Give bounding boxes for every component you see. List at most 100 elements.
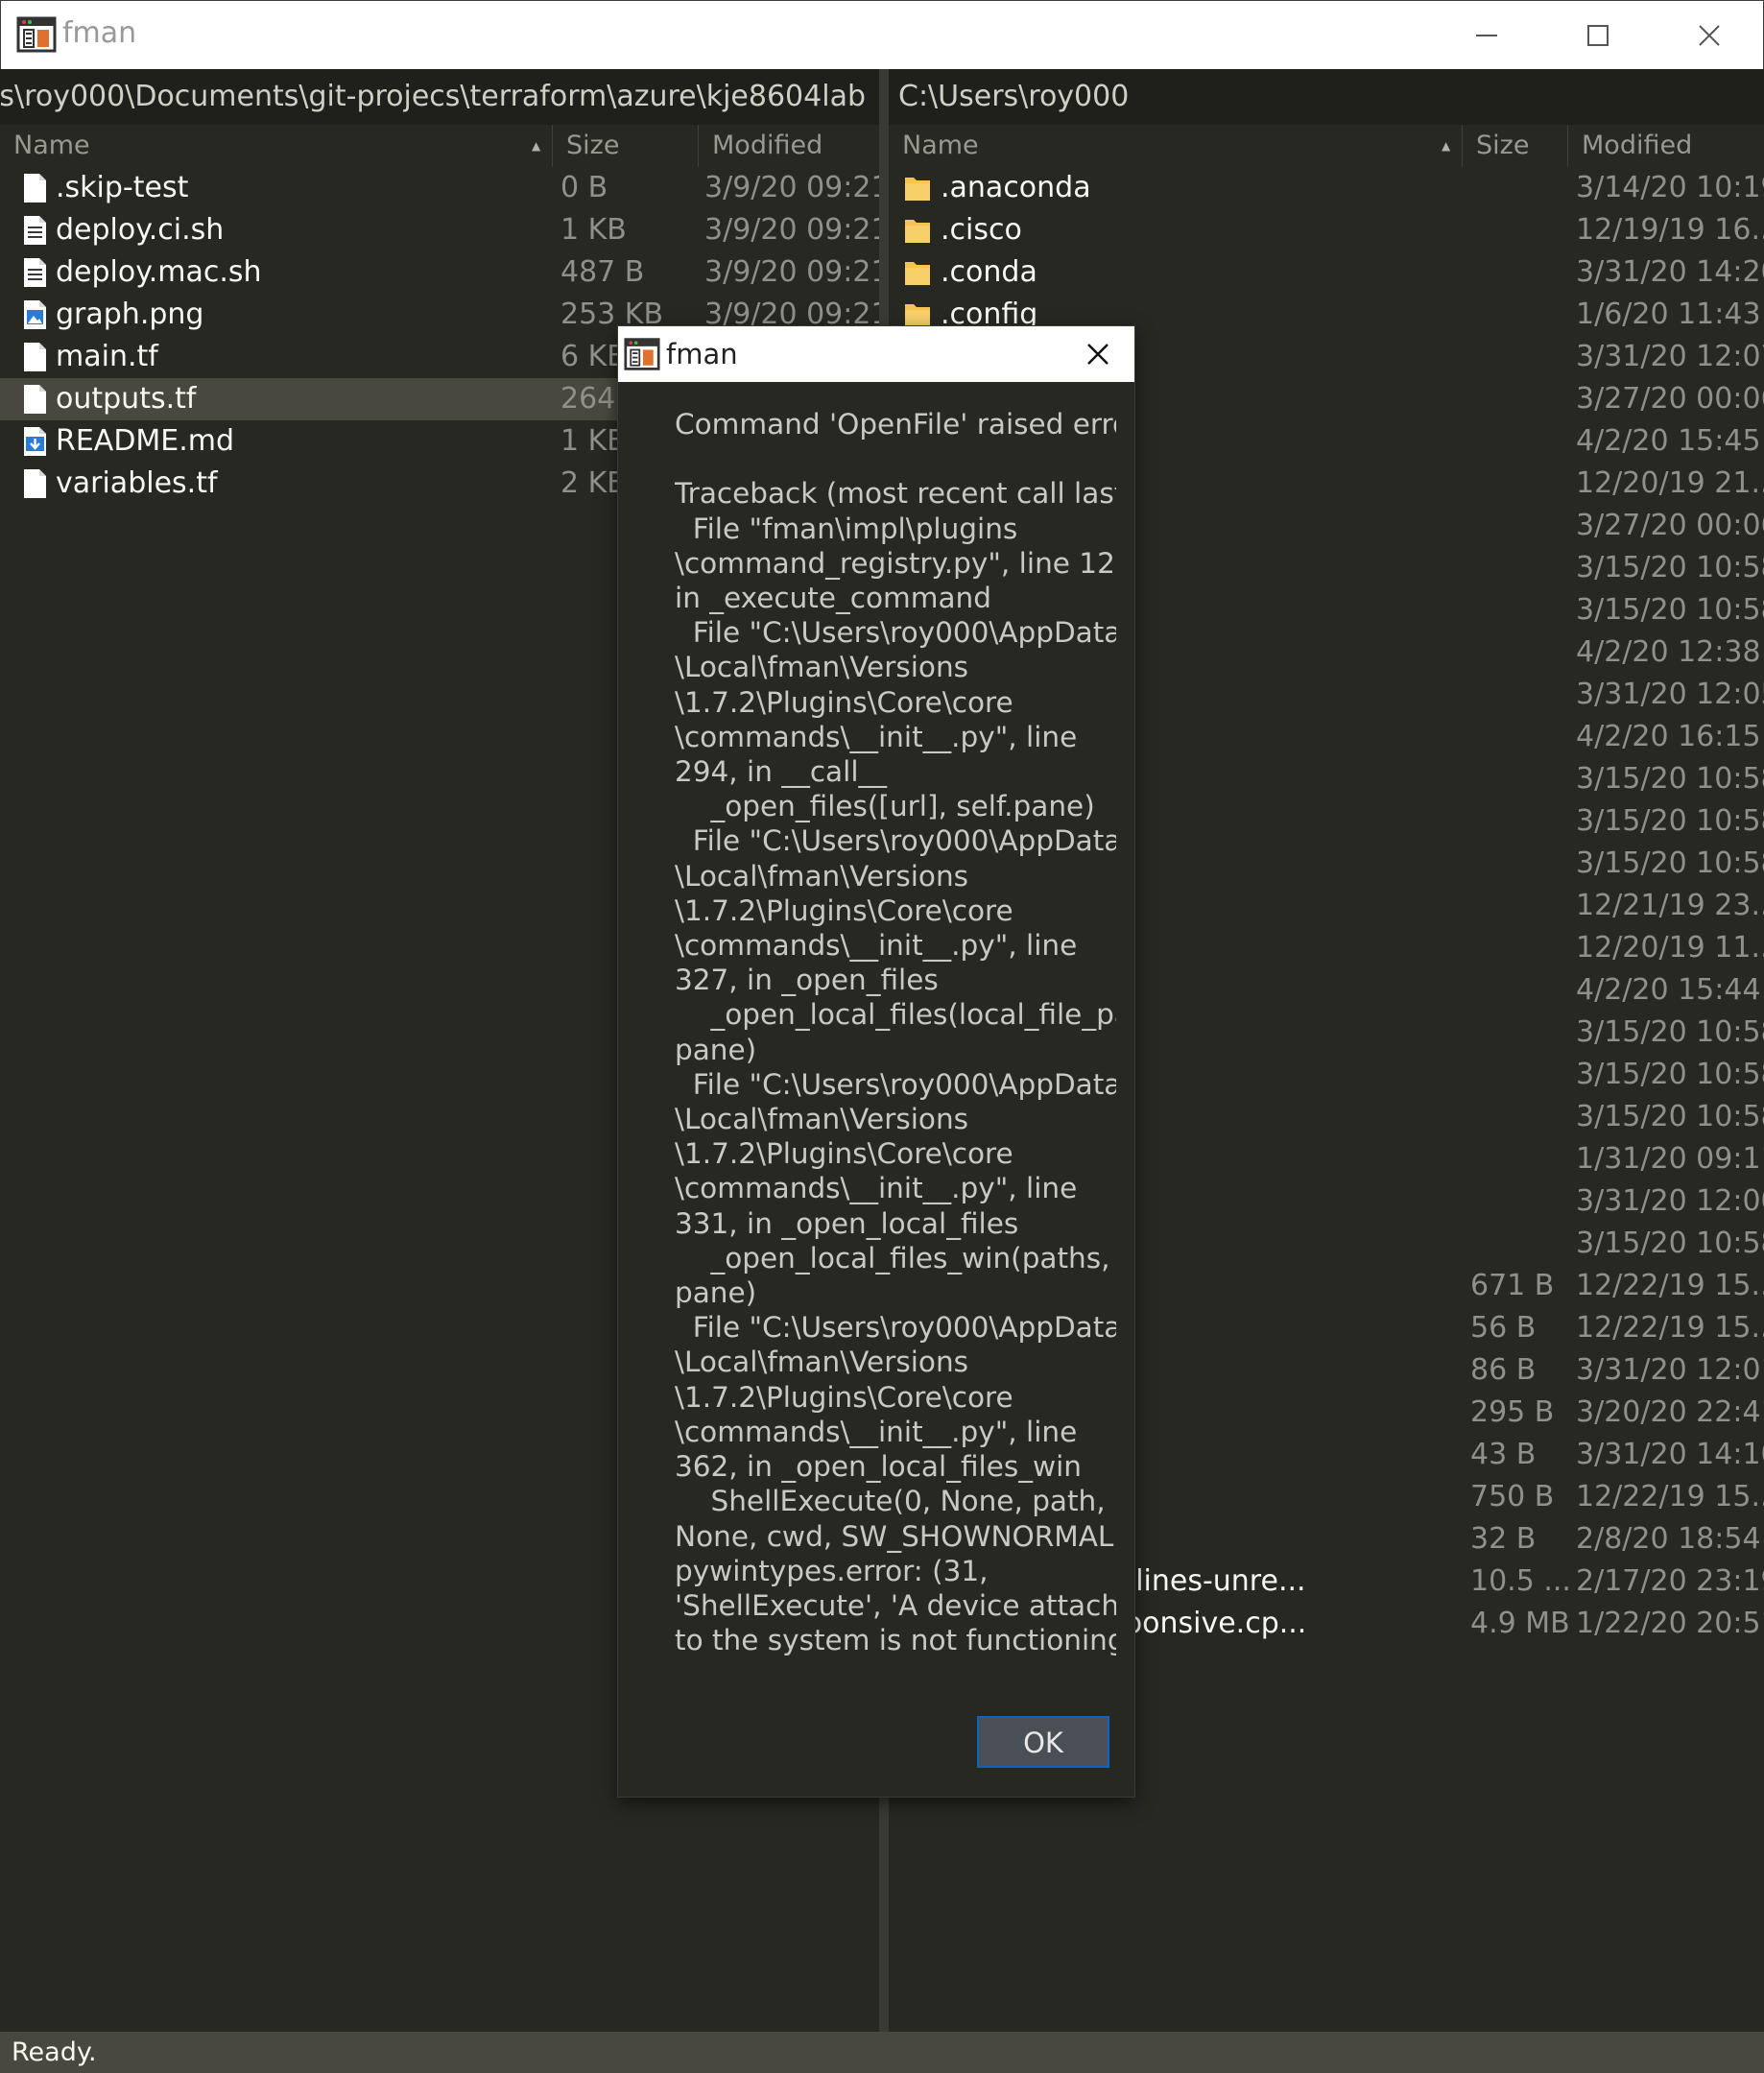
- script-file-icon: [24, 216, 46, 245]
- left-file-row[interactable]: .skip-test 0 B 3/9/20 09:21: [0, 167, 879, 209]
- file-modified: 3/15/20 10:58: [1576, 593, 1764, 627]
- size-column-label: Size: [566, 131, 620, 160]
- left-modified-column-header[interactable]: Modified: [699, 125, 879, 167]
- sort-ascending-icon: ▲: [532, 139, 541, 153]
- file-modified: 3/15/20 10:58: [1576, 1015, 1764, 1049]
- error-dialog[interactable]: fman Command 'OpenFile' raised error. Tr…: [618, 326, 1134, 1797]
- file-modified: 12/22/19 15...: [1576, 1480, 1764, 1513]
- left-file-row[interactable]: deploy.mac.sh 487 B 3/9/20 09:21: [0, 251, 879, 294]
- close-window-button[interactable]: [1654, 1, 1764, 70]
- folder-icon: [905, 262, 930, 285]
- image-file-icon: [24, 300, 46, 329]
- file-modified: 12/21/19 23...: [1576, 889, 1764, 922]
- file-name: .anaconda: [941, 171, 1091, 204]
- file-modified: 3/15/20 10:58: [1576, 1058, 1764, 1091]
- right-file-row[interactable]: .conda 3/31/20 14:20: [889, 251, 1764, 294]
- file-size: 0 B: [560, 171, 608, 204]
- file-modified: 3/9/20 09:21: [704, 213, 879, 247]
- status-text: Ready.: [12, 2037, 97, 2067]
- file-modified: 3/14/20 10:19: [1576, 171, 1764, 204]
- file-modified: 1/6/20 11:43: [1576, 298, 1761, 331]
- file-modified: 3/20/20 22:41: [1576, 1395, 1764, 1429]
- script-file-icon: [24, 258, 46, 287]
- left-path-text: C:\Users\roy000\Documents\git-projecs\te…: [0, 80, 866, 113]
- file-name: deploy.mac.sh: [56, 255, 262, 289]
- error-message: Command 'OpenFile' raised error. Traceba…: [675, 408, 1116, 1657]
- file-modified: 3/15/20 10:58: [1576, 846, 1764, 880]
- file-modified: 3/31/20 12:00: [1576, 1184, 1764, 1218]
- fman-app-icon: [16, 16, 57, 53]
- name-column-label: Name: [902, 131, 979, 160]
- markdown-file-icon: [24, 427, 46, 456]
- file-name: variables.tf: [56, 466, 218, 500]
- left-file-row[interactable]: deploy.ci.sh 1 KB 3/9/20 09:21: [0, 209, 879, 251]
- file-modified: 3/9/20 09:21: [704, 171, 879, 204]
- modified-column-label: Modified: [712, 131, 823, 160]
- maximize-button[interactable]: [1542, 1, 1654, 70]
- file-modified: 12/22/19 15...: [1576, 1311, 1764, 1345]
- file-name: .skip-test: [56, 171, 189, 204]
- file-icon: [24, 385, 46, 414]
- minimize-button[interactable]: [1431, 1, 1542, 70]
- file-modified: 3/27/20 00:06: [1576, 382, 1764, 416]
- close-icon: [1087, 344, 1108, 365]
- file-size: 1 KB: [560, 213, 627, 247]
- window-title: fman: [62, 16, 137, 50]
- size-column-label: Size: [1476, 131, 1530, 160]
- file-modified: 4/2/20 12:38: [1576, 635, 1761, 669]
- file-modified: 3/27/20 00:06: [1576, 509, 1764, 542]
- file-modified: 12/19/19 16...: [1576, 213, 1764, 247]
- file-modified: 3/31/20 14:20: [1576, 255, 1764, 289]
- file-name: .conda: [941, 255, 1037, 289]
- file-icon: [24, 174, 46, 203]
- status-bar: Ready.: [0, 2032, 1764, 2073]
- ok-button[interactable]: OK: [977, 1716, 1109, 1768]
- file-name: .cisco: [941, 213, 1022, 247]
- file-size: 750 B: [1470, 1480, 1555, 1513]
- file-name: main.tf: [56, 340, 158, 373]
- file-modified: 4/2/20 15:44: [1576, 973, 1761, 1007]
- file-modified: 12/22/19 15...: [1576, 1269, 1764, 1302]
- file-modified: 12/20/19 21...: [1576, 466, 1764, 500]
- folder-icon: [905, 178, 930, 201]
- file-icon: [24, 469, 46, 498]
- file-modified: 3/15/20 10:58: [1576, 804, 1764, 838]
- file-modified: 3/31/20 12:07: [1576, 340, 1764, 373]
- left-name-column-header[interactable]: Name: [0, 125, 553, 167]
- file-size: 2 KB: [560, 466, 627, 500]
- file-modified: 2/17/20 23:19: [1576, 1564, 1764, 1598]
- maximize-icon: [1587, 25, 1609, 46]
- right-path-bar[interactable]: C:\Users\roy000: [889, 69, 1764, 125]
- right-file-row[interactable]: .anaconda 3/14/20 10:19: [889, 167, 1764, 209]
- file-modified: 1/31/20 09:11: [1576, 1142, 1764, 1176]
- file-name: outputs.tf: [56, 382, 197, 416]
- file-modified: 4/2/20 15:45: [1576, 424, 1761, 458]
- file-modified: 3/31/20 12:01: [1576, 1353, 1764, 1387]
- right-file-row[interactable]: .cisco 12/19/19 16...: [889, 209, 1764, 251]
- name-column-label: Name: [13, 131, 90, 160]
- file-size: 10.5 ...: [1470, 1564, 1571, 1598]
- right-size-column-header[interactable]: Size: [1463, 125, 1568, 167]
- file-modified: 3/31/20 12:05: [1576, 678, 1764, 711]
- file-modified: 3/15/20 10:58: [1576, 551, 1764, 584]
- file-size: 264: [560, 382, 616, 416]
- file-modified: 3/15/20 10:58: [1576, 762, 1764, 796]
- minimize-icon: [1476, 35, 1497, 36]
- right-path-text: C:\Users\roy000: [898, 80, 1130, 113]
- file-modified: 2/8/20 18:54: [1576, 1522, 1761, 1556]
- folder-icon: [905, 220, 930, 243]
- file-size: 86 B: [1470, 1353, 1537, 1387]
- left-size-column-header[interactable]: Size: [553, 125, 699, 167]
- right-modified-column-header[interactable]: Modified: [1568, 125, 1764, 167]
- file-modified: 3/31/20 14:10: [1576, 1438, 1764, 1471]
- left-path-bar[interactable]: C:\Users\roy000\Documents\git-projecs\te…: [0, 69, 879, 125]
- file-name: README.md: [56, 424, 235, 458]
- left-column-header: Name ▲ Size Modified: [0, 125, 879, 167]
- dialog-title-bar[interactable]: fman: [618, 326, 1134, 382]
- dialog-close-button[interactable]: [1061, 326, 1134, 382]
- file-size: 6 KB: [560, 340, 627, 373]
- file-modified: 4/2/20 16:15: [1576, 720, 1761, 753]
- file-size: 32 B: [1470, 1522, 1537, 1556]
- right-name-column-header[interactable]: Name: [889, 125, 1463, 167]
- file-size: 1 KB: [560, 424, 627, 458]
